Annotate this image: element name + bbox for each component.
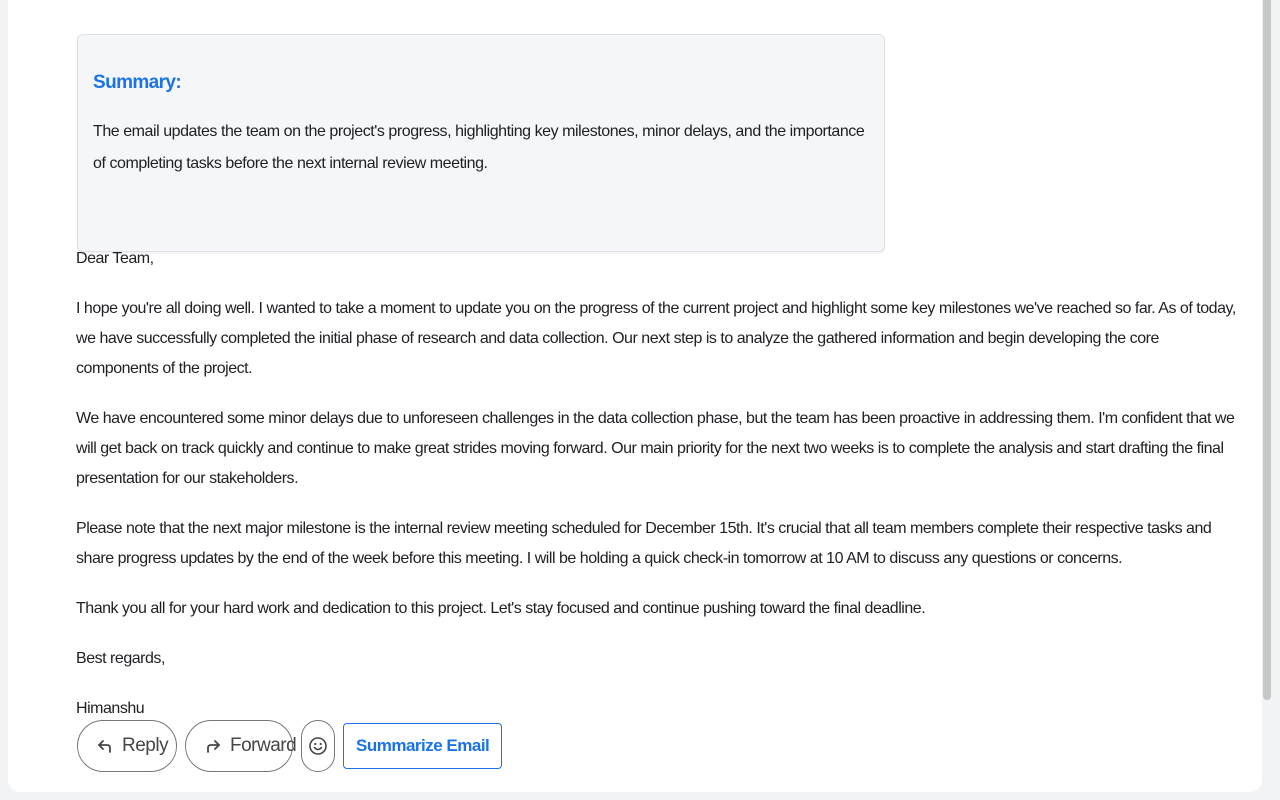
forward-icon [204,737,222,755]
email-closing: Best regards, [76,650,165,667]
email-body: Dear Team, I hope you're all doing well.… [76,244,1240,744]
email-view: Summary: The email updates the team on t… [8,0,1262,792]
email-greeting: Dear Team, [76,250,154,267]
summary-text: The email updates the team on the projec… [93,123,865,172]
summarize-email-button[interactable]: Summarize Email [343,723,503,769]
forward-label: Forward [230,735,297,756]
summary-panel: Summary: The email updates the team on t… [77,34,885,252]
email-paragraph: We have encountered some minor delays du… [76,410,1235,487]
summary-title: Summary: [93,72,182,93]
reply-icon [96,737,114,755]
email-actions: Reply Forward Summarize Email [77,720,503,772]
email-paragraph: I hope you're all doing well. I wanted t… [76,300,1236,377]
scrollbar-thumb[interactable] [1263,0,1271,700]
emoji-button[interactable] [301,720,335,772]
reply-button[interactable]: Reply [77,720,177,772]
forward-button[interactable]: Forward [185,720,297,772]
email-paragraph: Thank you all for your hard work and ded… [76,600,926,617]
email-paragraph: Please note that the next major mileston… [76,520,1212,567]
reply-label: Reply [122,735,169,756]
smiley-icon [308,736,328,756]
